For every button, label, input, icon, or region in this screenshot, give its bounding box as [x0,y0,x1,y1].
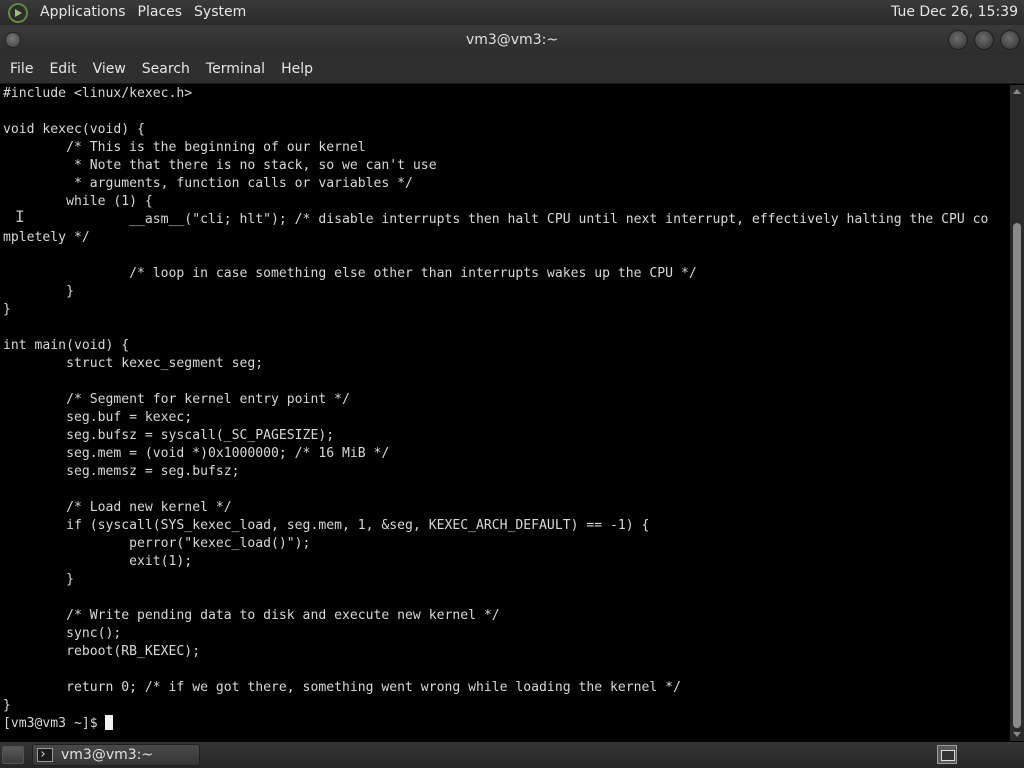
workspace-switcher-icon[interactable] [937,745,957,764]
terminal-line: seg.memsz = seg.bufsz; [3,464,240,479]
terminal-line: if (syscall(SYS_kexec_load, seg.mem, 1, … [3,518,650,533]
terminal-line: * Note that there is no stack, so we can… [3,158,437,173]
window-titlebar[interactable]: vm3@vm3:~ [0,25,1024,55]
applications-menu[interactable]: Applications [34,0,132,25]
terminal-scrollbar[interactable] [1010,85,1024,741]
terminal-line: } [3,572,74,587]
terminal-line: exit(1); [3,554,193,569]
shell-prompt: [vm3@vm3 ~]$ [3,716,106,731]
terminal-prompt-line[interactable]: [vm3@vm3 ~]$ [3,715,988,733]
terminal-output[interactable]: #include <linux/kexec.h> void kexec(void… [0,85,1010,741]
taskbar-window-label: vm3@vm3:~ [61,747,154,763]
terminal-line: /* loop in case something else other tha… [3,266,697,281]
close-button[interactable] [1000,30,1020,50]
menu-view[interactable]: View [85,55,134,84]
terminal-line: sync(); [3,626,122,641]
menu-help[interactable]: Help [273,55,321,84]
menubar: File Edit View Search Terminal Help [0,55,1024,84]
minimize-button[interactable] [948,30,968,50]
terminal-line: seg.mem = (void *)0x1000000; /* 16 MiB *… [3,446,390,461]
bottom-panel: vm3@vm3:~ [0,742,1024,768]
terminal-line: int main(void) { [3,338,130,353]
terminal-line: while (1) { [3,194,153,209]
terminal-line: } [3,284,74,299]
terminal-line: perror("kexec_load()"); [3,536,311,551]
terminal-line: return 0; /* if we got there, something … [3,680,681,695]
scroll-up-arrow-icon[interactable] [1013,89,1021,94]
taskbar-window-button[interactable]: vm3@vm3:~ [32,744,200,766]
terminal-line: #include <linux/kexec.h> [3,86,193,101]
terminal-line: mpletely */ [3,230,90,245]
scrollbar-thumb[interactable] [1013,223,1021,728]
terminal-line: /* Write pending data to disk and execut… [3,608,500,623]
terminal-line: struct kexec_segment seg; [3,356,264,371]
show-desktop-button[interactable] [2,746,24,764]
terminal-line: /* Load new kernel */ [3,500,232,515]
window-menu-button[interactable] [5,32,21,48]
terminal-line: __asm__("cli; hlt"); /* disable interrup… [3,212,989,227]
terminal-line: seg.buf = kexec; [3,410,193,425]
terminal-line: * arguments, function calls or variables… [3,176,413,191]
terminal-line: seg.bufsz = syscall(_SC_PAGESIZE); [3,428,335,443]
system-menu[interactable]: System [188,0,252,25]
menu-terminal[interactable]: Terminal [198,55,273,84]
terminal-lines: #include <linux/kexec.h> void kexec(void… [3,85,988,733]
top-panel: Applications Places System Tue Dec 26, 1… [0,0,1024,25]
menu-search[interactable]: Search [134,55,198,84]
scroll-down-arrow-icon[interactable] [1013,732,1021,737]
clock[interactable]: Tue Dec 26, 15:39 [891,0,1018,25]
terminal-line: /* This is the beginning of our kernel [3,140,366,155]
terminal-line: } [3,698,11,713]
terminal-line: void kexec(void) { [3,122,145,137]
window-title: vm3@vm3:~ [465,32,559,48]
terminal-line: reboot(RB_KEXEC); [3,644,201,659]
gnome-foot-icon[interactable] [8,2,28,23]
terminal-icon [37,748,53,762]
menu-file[interactable]: File [2,55,41,84]
terminal-line: } [3,302,11,317]
terminal-line: /* Segment for kernel entry point */ [3,392,350,407]
text-cursor [105,715,114,730]
menu-edit[interactable]: Edit [41,55,84,84]
places-menu[interactable]: Places [132,0,189,25]
maximize-button[interactable] [974,30,994,50]
mouse-ibeam-cursor-icon: I [15,207,25,226]
